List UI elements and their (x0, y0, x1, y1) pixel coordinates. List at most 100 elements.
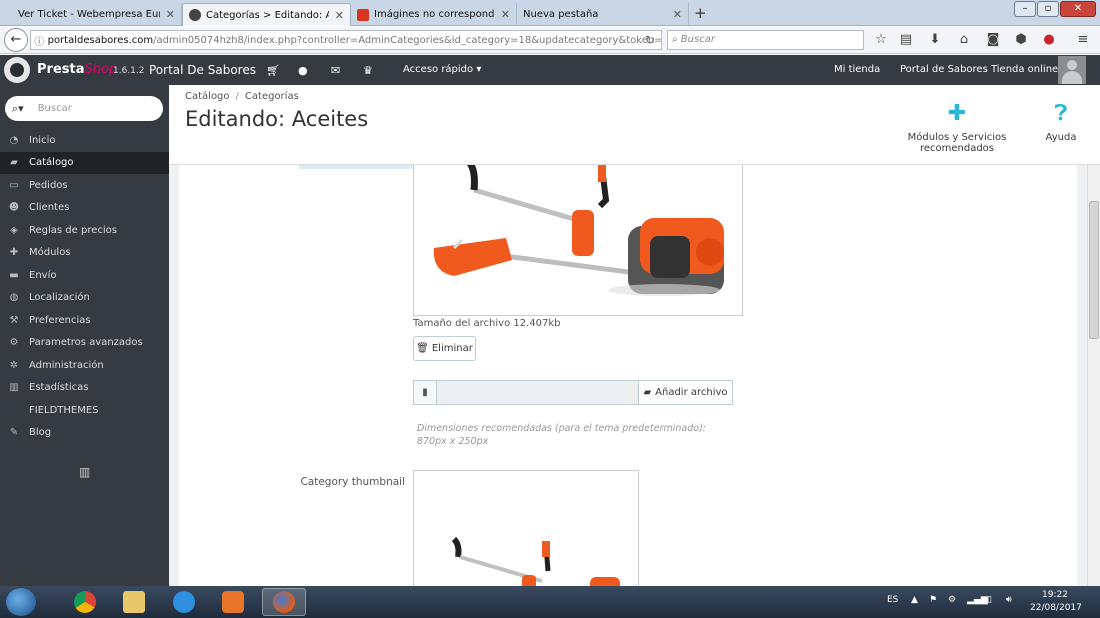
sidebar-item-administracion[interactable]: ✲ Administración (0, 354, 169, 377)
tags-icon: ◈ (10, 224, 18, 236)
file-name-field[interactable] (437, 381, 639, 404)
sidebar-item-label: FIELDTHEMES (29, 404, 99, 416)
avatar[interactable] (1058, 56, 1086, 84)
site-favicon-icon (357, 8, 369, 21)
sidebar-item-pedidos[interactable]: ▭ Pedidos (0, 174, 169, 197)
firefox-taskbar-icon[interactable] (262, 588, 306, 616)
browser-tab[interactable]: Nueva pestaña ✕ (517, 3, 689, 26)
system-clock[interactable]: 19:22 22/08/2017 (1030, 589, 1082, 615)
close-window-button[interactable]: ✕ (1060, 1, 1096, 17)
credit-card-icon: ▭ (9, 179, 19, 191)
delete-image-button[interactable]: 🗑︎ Eliminar (413, 336, 476, 361)
cart-icon[interactable]: 🛒︎ (266, 64, 280, 77)
sidebar-item-estadisticas[interactable]: ▥ Estadísticas (0, 377, 169, 400)
puzzle-icon: ✚ (9, 247, 19, 259)
back-button[interactable]: ← (4, 28, 28, 52)
prestashop-logo-icon[interactable] (4, 57, 30, 83)
help-button[interactable]: ❓︎ Ayuda (1043, 101, 1079, 143)
trash-icon: 🗑︎ (416, 343, 429, 354)
action-center-flag-icon[interactable]: ⚑ (929, 595, 937, 605)
windows-start-button[interactable] (6, 588, 36, 616)
chrome-taskbar-icon[interactable] (63, 588, 107, 616)
recommended-modules-label: Módulos y Servicios recomendados (907, 132, 1007, 154)
sidebar-item-label: Localización (29, 292, 90, 304)
close-icon[interactable]: ✕ (501, 8, 510, 21)
show-hidden-icons[interactable]: ▲ (911, 595, 918, 605)
brushcutter-image (433, 165, 724, 296)
reading-list-icon[interactable]: ▤ (897, 32, 915, 47)
address-bar[interactable]: ⓘ portaldesabores.com /admin05074hzh8/in… (30, 30, 662, 50)
sidebar-search-input[interactable]: ⌕▾ Buscar (5, 96, 163, 121)
language-indicator[interactable]: ES (887, 595, 898, 605)
home-icon[interactable]: ⌂ (955, 32, 973, 47)
search-placeholder: Buscar (680, 34, 715, 45)
category-image-preview (413, 165, 743, 316)
sidebar-item-blog[interactable]: ✎ Blog (0, 422, 169, 445)
truck-icon: ▬ (9, 269, 19, 281)
extension-icon[interactable]: ⬢ (1012, 32, 1030, 47)
sidebar-item-localizacion[interactable]: ◍ Localización (0, 287, 169, 310)
search-icon[interactable]: ⌕▾ (12, 102, 24, 116)
sidebar-item-label: Blog (29, 427, 52, 439)
info-icon[interactable]: ⓘ (31, 33, 48, 48)
sidebar-item-label: Parametros avanzados (29, 337, 143, 349)
breadcrumb-item[interactable]: Catálogo (185, 91, 230, 102)
pinterest-icon[interactable]: ● (1040, 32, 1058, 47)
file-icon: ▮ (414, 381, 437, 404)
menu-hamburger-icon[interactable]: ≡ (1074, 32, 1092, 47)
signal-icon[interactable]: ▂▄▆ (967, 595, 988, 605)
sidebar-item-modulos[interactable]: ✚ Módulos (0, 242, 169, 265)
sidebar-item-envio[interactable]: ▬ Envío (0, 264, 169, 287)
vertical-scrollbar[interactable] (1087, 165, 1100, 586)
quick-access-menu[interactable]: Acceso rápido ▾ (403, 64, 481, 75)
admin-header: PrestaShop 1.6.1.2 Portal De Sabores 🛒︎ … (0, 55, 1100, 85)
help-icon: ❓︎ (1054, 101, 1068, 126)
add-file-label: Añadir archivo (655, 387, 728, 398)
sidebar-item-label: Reglas de precios (29, 224, 117, 236)
user-icon[interactable]: ● (298, 64, 308, 77)
pocket-icon[interactable]: ◙ (984, 32, 1002, 47)
maximize-window-button[interactable]: ▫ (1037, 1, 1059, 17)
sidebar-item-catalogo[interactable]: ▰ Catálogo (0, 151, 169, 174)
network-tray-icon[interactable]: ⚙ (948, 595, 956, 605)
sidebar-item-fieldthemes[interactable]: FIELDTHEMES (0, 399, 169, 422)
power-icon[interactable]: ▯ (987, 595, 992, 605)
close-icon[interactable]: ✕ (673, 8, 682, 21)
new-tab-button[interactable]: + (694, 4, 707, 22)
sidebar-item-label: Estadísticas (29, 382, 89, 394)
download-icon[interactable]: ⬇ (926, 32, 944, 47)
close-icon[interactable]: ✕ (166, 8, 175, 21)
sidebar-item-clientes[interactable]: ☻ Clientes (0, 197, 169, 220)
sidebar-item-parametros[interactable]: ⚙ Parametros avanzados (0, 332, 169, 355)
media-player-taskbar-icon[interactable] (211, 588, 255, 616)
close-icon[interactable]: ✕ (335, 9, 344, 22)
envelope-icon[interactable]: ✉ (331, 64, 340, 77)
add-file-button[interactable]: ▰ Añadir archivo (638, 381, 732, 404)
minimize-window-button[interactable]: – (1014, 1, 1036, 17)
trophy-icon[interactable]: ♛ (363, 64, 373, 77)
sidebar-item-reglas-precios[interactable]: ◈ Reglas de precios (0, 219, 169, 242)
sidebar-item-inicio[interactable]: ◔ Inicio (0, 129, 169, 152)
sidebar-item-preferencias[interactable]: ⚒ Preferencias (0, 309, 169, 332)
sidebar-item-label: Administración (29, 359, 104, 371)
scrollbar-thumb[interactable] (1089, 201, 1099, 339)
browser-search-input[interactable]: ⌕ Buscar (667, 30, 864, 50)
shop-online-dropdown[interactable]: Portal de Sabores Tienda online ▾ (900, 64, 1066, 75)
brand-main: Presta (37, 62, 85, 77)
recommended-modules-button[interactable]: ✚ Módulos y Servicios recomendados (876, 101, 1038, 154)
browser-tab[interactable]: Imágines no corresponde al t ✕ (351, 3, 517, 26)
volume-icon[interactable]: 🔊︎ (1006, 595, 1012, 605)
my-shop-link[interactable]: Mi tienda (834, 64, 880, 75)
explorer-taskbar-icon[interactable] (112, 588, 156, 616)
browser-navigation-bar: ← ⓘ portaldesabores.com /admin05074hzh8/… (0, 27, 1100, 54)
browser-tab-active[interactable]: Categorías > Editando: Aceite ✕ (182, 3, 351, 26)
reload-icon[interactable]: ↻ (645, 33, 655, 47)
breadcrumb-item[interactable]: Categorías (245, 91, 299, 102)
internet-explorer-taskbar-icon[interactable] (162, 588, 206, 616)
bookmark-star-icon[interactable]: ☆ (872, 32, 890, 47)
caret-down-icon: ▾ (476, 64, 482, 75)
sidebar-search-placeholder: Buscar (37, 103, 72, 114)
collapse-sidebar-icon[interactable]: ▥ (79, 465, 90, 479)
browser-tab[interactable]: Ver Ticket - Webempresa Europa ✕ (12, 3, 182, 26)
dashboard-icon: ◔ (9, 134, 19, 146)
